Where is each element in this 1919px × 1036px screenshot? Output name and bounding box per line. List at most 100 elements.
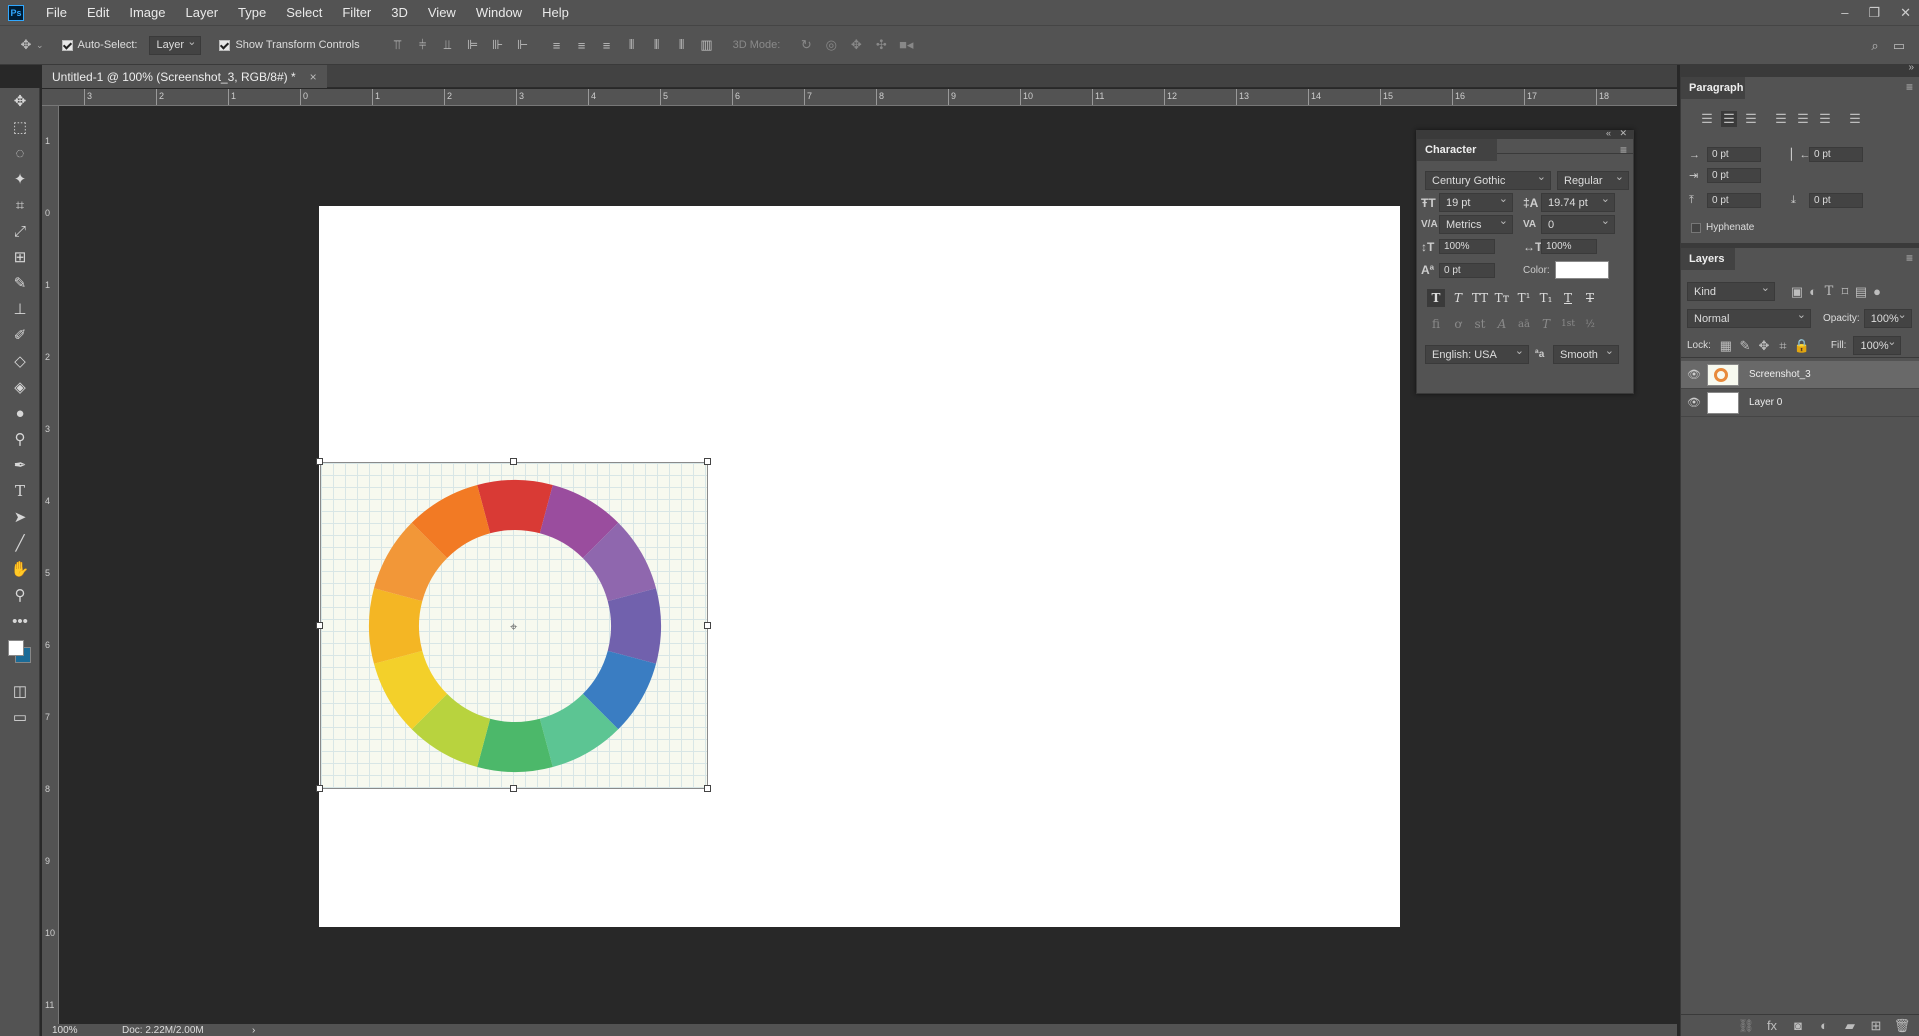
eyedropper-icon[interactable]: ⤢ [0, 218, 40, 244]
lock-artboard-icon[interactable]: ⌗ [1775, 338, 1791, 354]
opacity-field[interactable]: 100% [1863, 308, 1912, 328]
distribute-left-icon[interactable]: ⦀ [624, 37, 640, 53]
distribute-hcenter-icon[interactable]: ⦀ [649, 37, 665, 53]
antialias-dropdown[interactable]: Smooth [1553, 344, 1619, 364]
paint-bucket-icon[interactable]: ◈ [0, 374, 40, 400]
distribute-top-icon[interactable]: ≡ [549, 37, 565, 53]
font-family-dropdown[interactable]: Century Gothic [1425, 170, 1551, 190]
search-icon[interactable]: ⌕ [1867, 38, 1883, 54]
indent-left-field[interactable]: 0 pt [1707, 147, 1761, 162]
new-group-icon[interactable]: ▰ [1842, 1018, 1858, 1034]
restore-button[interactable]: ❐ [1868, 5, 1880, 21]
kerning-dropdown[interactable]: Metrics [1439, 214, 1513, 234]
paragraph-panel-menu-icon[interactable]: ≡ [1906, 80, 1913, 94]
brush-icon[interactable]: ✎ [0, 270, 40, 296]
space-before-field[interactable]: 0 pt [1707, 193, 1761, 208]
menu-image[interactable]: Image [119, 0, 175, 25]
transform-handle[interactable] [704, 785, 711, 792]
subscript-button[interactable]: T₁ [1537, 289, 1555, 307]
distribute-right-icon[interactable]: ⦀ [674, 37, 690, 53]
menu-3d[interactable]: 3D [381, 0, 418, 25]
old-style-button[interactable]: ơ [1449, 315, 1467, 333]
menu-layer[interactable]: Layer [176, 0, 229, 25]
link-layers-icon[interactable]: ⛓ [1738, 1018, 1755, 1034]
stylistic-alternates-button[interactable]: aā [1515, 315, 1533, 333]
layer-filter-dropdown[interactable]: Kind [1687, 281, 1775, 301]
text-color-swatch[interactable] [1555, 261, 1609, 279]
preset-chevron-icon[interactable]: ⌄ [36, 40, 44, 51]
minimize-button[interactable]: – [1841, 5, 1848, 20]
hand-icon[interactable]: ✋ [0, 556, 40, 582]
workspace-icon[interactable]: ▭ [1891, 38, 1907, 54]
close-button[interactable]: ✕ [1900, 5, 1911, 21]
lock-transparent-icon[interactable]: ▦ [1718, 338, 1734, 354]
pen-icon[interactable]: ✒ [0, 452, 40, 478]
transform-handle[interactable] [510, 458, 517, 465]
screen-mode-icon[interactable]: ▭ [0, 704, 40, 730]
filter-smart-icon[interactable]: ▤ [1853, 284, 1869, 300]
layer-row-layer0[interactable]: 👁 Layer 0 [1681, 389, 1919, 417]
add-mask-icon[interactable]: ◙ [1790, 1018, 1806, 1034]
transform-handle[interactable] [316, 621, 323, 629]
new-layer-icon[interactable]: ⊞ [1868, 1018, 1884, 1034]
new-adjustment-icon[interactable]: ◐ [1816, 1018, 1832, 1034]
screenshot-layer-image[interactable]: ⌖ [320, 462, 708, 789]
dodge-icon[interactable]: ⚲ [0, 426, 40, 452]
justify-right-icon[interactable]: ☰ [1817, 111, 1833, 127]
justify-center-icon[interactable]: ☰ [1795, 111, 1811, 127]
leading-dropdown[interactable]: 19.74 pt [1541, 192, 1615, 212]
menu-help[interactable]: Help [532, 0, 579, 25]
ordinals-button[interactable]: 1st [1559, 315, 1577, 333]
tracking-dropdown[interactable]: 0 [1541, 214, 1615, 234]
titling-button[interactable]: T [1537, 315, 1555, 333]
foreground-color[interactable] [8, 640, 24, 656]
underline-button[interactable]: T [1559, 289, 1577, 307]
move-tool-preset-icon[interactable]: ✥ [18, 37, 34, 53]
stamp-icon[interactable]: ⊥ [0, 296, 40, 322]
align-bottom-icon[interactable]: ⫫ [440, 37, 456, 53]
character-panel-menu-icon[interactable]: ≡ [1620, 143, 1627, 157]
filter-adjustment-icon[interactable]: ◐ [1805, 284, 1821, 300]
ligatures-button[interactable]: ﬁ [1427, 315, 1445, 333]
align-left-icon[interactable]: ⊫ [465, 37, 481, 53]
space-after-field[interactable]: 0 pt [1809, 193, 1863, 208]
dock-collapse-icon[interactable]: » [1908, 62, 1914, 73]
fractions-button[interactable]: ½ [1581, 315, 1599, 333]
history-brush-icon[interactable]: ✐ [0, 322, 40, 348]
justify-all-icon[interactable]: ☰ [1847, 111, 1863, 127]
faux-bold-button[interactable]: T [1427, 289, 1445, 307]
paragraph-panel-title[interactable]: Paragraph [1681, 77, 1745, 99]
blur-icon[interactable]: ● [0, 400, 40, 426]
transform-center-icon[interactable]: ⌖ [510, 619, 518, 634]
font-size-dropdown[interactable]: 19 pt [1439, 192, 1513, 212]
fill-field[interactable]: 100% [1853, 335, 1902, 355]
language-dropdown[interactable]: English: USA [1425, 344, 1529, 364]
lock-all-icon[interactable]: 🔒 [1794, 338, 1810, 354]
filter-toggle-icon[interactable]: ● [1869, 284, 1885, 300]
strikethrough-button[interactable]: T [1581, 289, 1599, 307]
indent-first-field[interactable]: 0 pt [1707, 168, 1761, 183]
3d-slide-icon[interactable]: ✣ [873, 37, 889, 53]
discretionary-ligatures-button[interactable]: st [1471, 315, 1489, 333]
menu-filter[interactable]: Filter [332, 0, 381, 25]
superscript-button[interactable]: T¹ [1515, 289, 1533, 307]
indent-right-field[interactable]: 0 pt [1809, 147, 1863, 162]
crop-icon[interactable]: ⌗ [0, 192, 40, 218]
status-arrow-icon[interactable]: › [252, 1025, 255, 1036]
magic-wand-icon[interactable]: ✦ [0, 166, 40, 192]
layers-panel-menu-icon[interactable]: ≡ [1906, 251, 1913, 265]
vertical-scale-field[interactable]: 100% [1439, 239, 1495, 254]
type-icon[interactable]: T [0, 478, 40, 504]
3d-pan-icon[interactable]: ✥ [848, 37, 864, 53]
align-right-text-icon[interactable]: ☰ [1743, 111, 1759, 127]
delete-layer-icon[interactable]: 🗑 [1894, 1018, 1911, 1034]
patch-icon[interactable]: ⊞ [0, 244, 40, 270]
character-panel-title[interactable]: Character [1417, 139, 1497, 161]
marquee-icon[interactable]: ⬚ [0, 114, 40, 140]
more-icon[interactable]: ••• [0, 608, 40, 634]
lock-pixels-icon[interactable]: ✎ [1737, 338, 1753, 354]
filter-pixel-icon[interactable]: ▣ [1789, 284, 1805, 300]
align-left-text-icon[interactable]: ☰ [1699, 111, 1715, 127]
layer-row-screenshot[interactable]: 👁 Screenshot_3 [1681, 361, 1919, 389]
eraser-icon[interactable]: ◇ [0, 348, 40, 374]
